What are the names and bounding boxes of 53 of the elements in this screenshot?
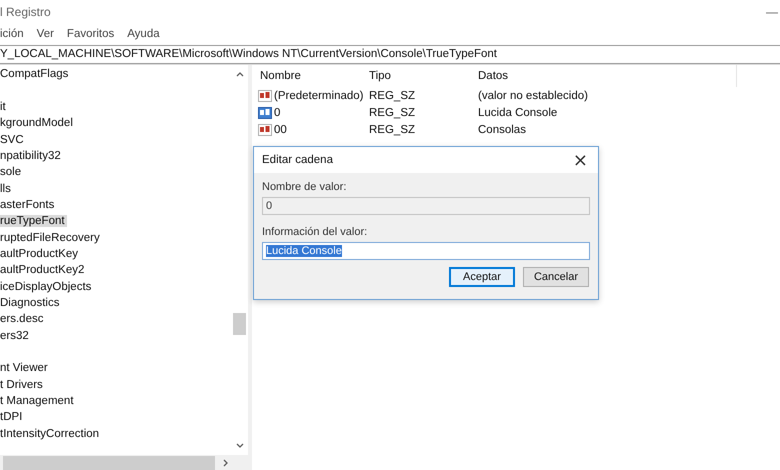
value-data: Consolas bbox=[477, 124, 527, 136]
value-data: (valor no establecido) bbox=[477, 90, 589, 102]
scrollbar-thumb[interactable] bbox=[3, 456, 215, 470]
scrollbar-thumb[interactable] bbox=[233, 313, 246, 335]
tree-item[interactable]: iceDisplayObjects bbox=[0, 280, 94, 293]
tree-item[interactable]: it bbox=[0, 100, 8, 113]
column-header[interactable]: Tipo bbox=[365, 70, 474, 82]
column-header[interactable]: Datos bbox=[474, 70, 724, 82]
tree-item[interactable]: lls bbox=[0, 182, 13, 195]
tree-item[interactable]: SVC bbox=[0, 134, 26, 146]
tree-item[interactable]: nt Viewer bbox=[0, 362, 50, 374]
tree-item[interactable]: ers32 bbox=[0, 330, 31, 342]
tree-item[interactable]: t Management bbox=[0, 395, 76, 408]
close-button[interactable]: × bbox=[562, 150, 598, 170]
value-type: REG_SZ bbox=[368, 124, 416, 136]
value-type: REG_SZ bbox=[368, 106, 416, 118]
tree-item[interactable]: kgroundModel bbox=[0, 117, 75, 130]
tree-item[interactable]: tDPI bbox=[0, 411, 24, 424]
tree-item[interactable]: rueTypeFont bbox=[0, 215, 67, 228]
tree-item[interactable]: sole bbox=[0, 166, 24, 178]
tree-item[interactable]: aultProductKey bbox=[0, 248, 80, 260]
value-name[interactable]: (Predeterminado) bbox=[274, 90, 364, 102]
value-type: REG_SZ bbox=[368, 90, 416, 102]
menu-item[interactable]: Ver bbox=[36, 28, 54, 40]
tree-item[interactable]: npatibility32 bbox=[0, 150, 63, 162]
menu-item[interactable]: Ayuda bbox=[127, 28, 160, 40]
tree-item[interactable]: tIntensityCorrection bbox=[0, 428, 102, 440]
address-bar[interactable]: Y_LOCAL_MACHINE\SOFTWARE\Microsoft\Windows NT\CurrentVersion\Console\TrueTypeFont bbox=[0, 45, 780, 64]
horizontal-scrollbar[interactable] bbox=[0, 455, 248, 470]
tree-item[interactable]: CompatFlags bbox=[0, 68, 70, 80]
field-label: Información del valor: bbox=[262, 226, 368, 240]
value-name[interactable]: 0 bbox=[274, 106, 280, 118]
tree-item[interactable]: Diagnostics bbox=[0, 296, 62, 309]
scroll-up-icon[interactable] bbox=[236, 71, 244, 77]
field-label: Nombre de valor: bbox=[262, 181, 348, 195]
accept-button[interactable]: Aceptar bbox=[449, 267, 515, 287]
value-data-field[interactable]: Lucida Console bbox=[262, 242, 590, 260]
tree-item[interactable]: aultProductKey2 bbox=[0, 264, 86, 276]
tree-item[interactable]: ers.desc bbox=[0, 313, 46, 326]
scroll-right-icon[interactable] bbox=[223, 459, 229, 467]
dialog-title: Editar cadena bbox=[262, 154, 333, 166]
tree-item[interactable]: asterFonts bbox=[0, 198, 56, 211]
tree-item[interactable]: t Drivers bbox=[0, 378, 45, 391]
tree-item[interactable]: ruptedFileRecovery bbox=[0, 232, 102, 244]
menu-item[interactable]: ición bbox=[0, 28, 24, 40]
menu-item[interactable]: Favoritos bbox=[66, 28, 114, 40]
scroll-down-icon[interactable] bbox=[236, 443, 244, 449]
cancel-button[interactable]: Cancelar bbox=[523, 267, 589, 287]
column-header[interactable]: Nombre bbox=[256, 70, 365, 82]
value-data: Lucida Console bbox=[477, 106, 558, 118]
value-name[interactable]: 00 bbox=[274, 124, 287, 136]
minimize-button[interactable]: — bbox=[766, 5, 780, 19]
window-title: l Registro bbox=[0, 5, 51, 19]
